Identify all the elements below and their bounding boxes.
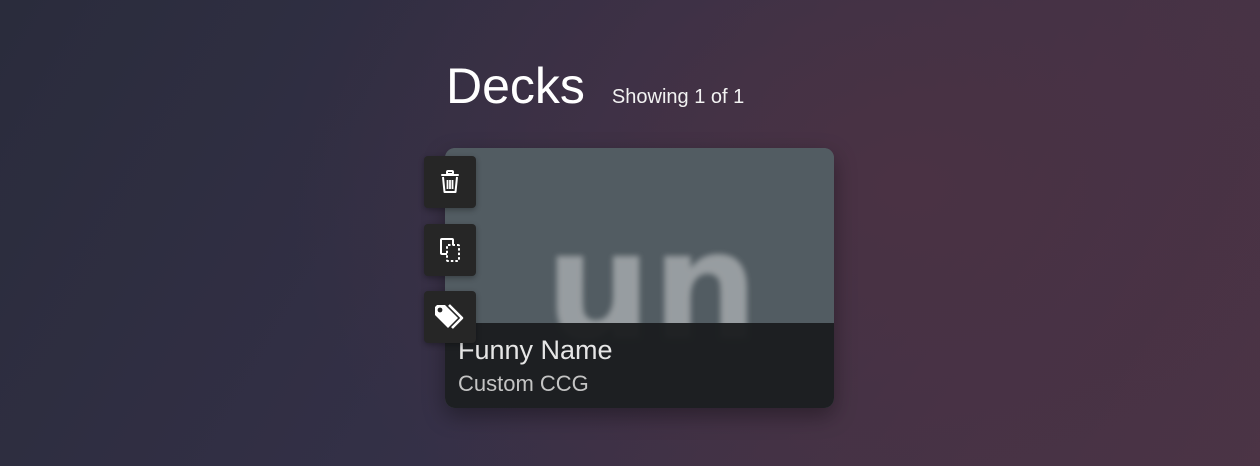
trash-icon	[441, 170, 459, 193]
tags-icon	[435, 304, 464, 329]
tags-deck-button[interactable]	[424, 291, 476, 343]
delete-deck-button[interactable]	[424, 156, 476, 208]
copy-deck-button[interactable]	[424, 224, 476, 276]
page-header: Decks Showing 1 of 1	[446, 56, 744, 116]
page-title: Decks	[446, 58, 585, 114]
deck-card-footer: Funny Name Custom CCG	[445, 323, 834, 408]
deck-card[interactable]: un Funny Name Custom CCG	[445, 148, 834, 408]
deck-name: Funny Name	[458, 335, 613, 365]
results-count: Showing 1 of 1	[611, 86, 745, 108]
copy-icon	[440, 238, 460, 262]
deck-type: Custom CCG	[458, 371, 589, 396]
